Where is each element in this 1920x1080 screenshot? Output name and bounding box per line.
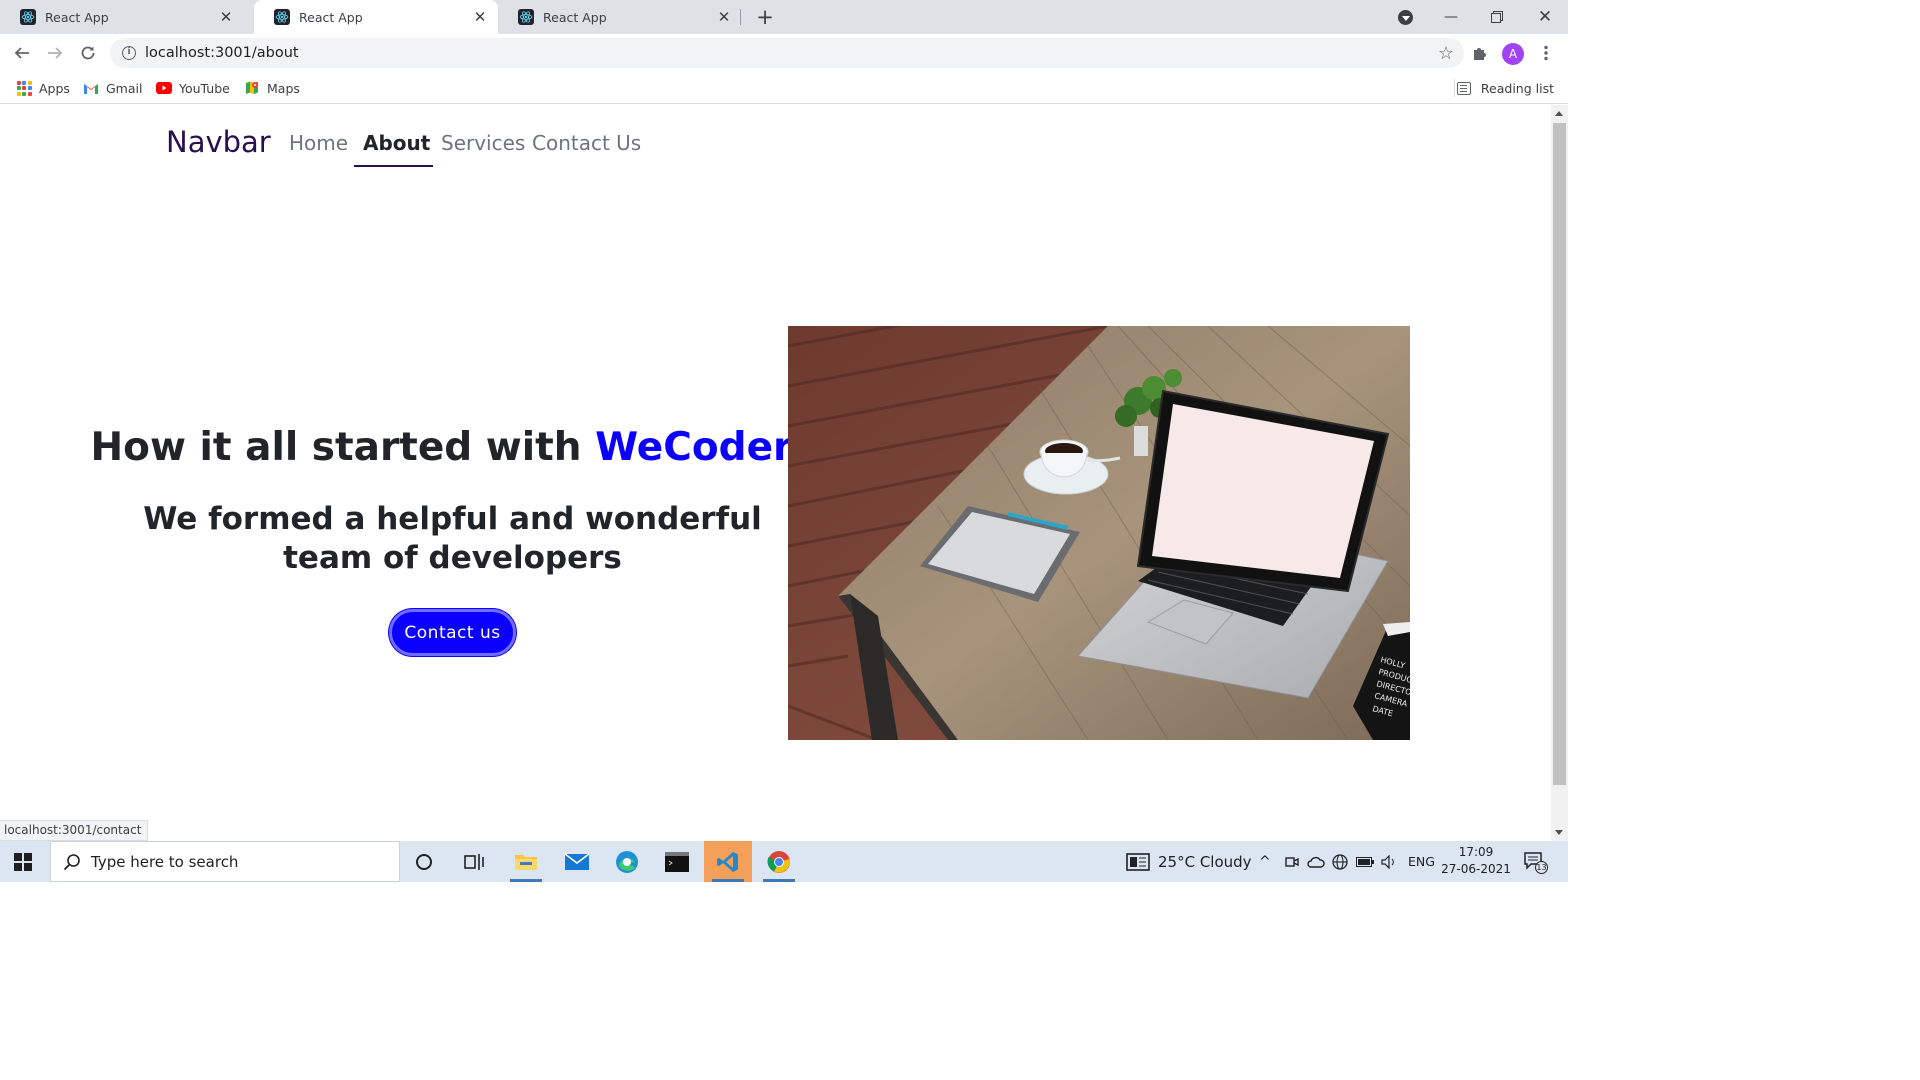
meet-now-icon[interactable] xyxy=(1285,841,1299,882)
weather-widget[interactable]: 25°C Cloudy xyxy=(1126,841,1252,882)
notification-count: 13 xyxy=(1535,861,1548,874)
close-window-icon[interactable]: ✕ xyxy=(1522,0,1568,34)
browser-tab-strip: React App ✕ React App ✕ React App ✕ + — … xyxy=(0,0,1568,34)
reading-list-button[interactable]: Reading list xyxy=(1456,78,1554,98)
edge-browser-icon[interactable] xyxy=(603,841,651,882)
page-viewport: Navbar Home About Services Contact Us Ho… xyxy=(0,105,1551,841)
clock-time: 17:09 xyxy=(1458,845,1494,859)
taskbar-search-box[interactable]: Type here to search xyxy=(50,841,400,882)
bookmarks-bar: Apps Gmail YouTube Maps Reading list xyxy=(0,72,1568,104)
contact-us-button[interactable]: Contact us xyxy=(389,609,516,656)
bookmark-maps[interactable]: Maps xyxy=(244,78,300,98)
action-center-notification-icon[interactable]: 13 xyxy=(1524,852,1548,874)
mail-icon[interactable] xyxy=(553,841,601,882)
apps-grid-icon xyxy=(16,80,32,96)
hero-subtitle: We formed a helpful and wonderful team o… xyxy=(143,501,762,576)
reload-icon[interactable] xyxy=(76,41,100,65)
menu-kebab-icon[interactable] xyxy=(1534,41,1558,65)
close-tab-icon[interactable]: ✕ xyxy=(472,9,488,25)
youtube-icon xyxy=(156,80,172,96)
search-icon xyxy=(63,853,80,870)
tab-separator xyxy=(740,9,741,25)
scrollbar-thumb[interactable] xyxy=(1553,123,1566,785)
react-favicon-icon xyxy=(518,9,534,25)
minimize-window-icon[interactable]: — xyxy=(1428,0,1474,34)
tab-title: React App xyxy=(299,9,363,25)
bookmark-label: Maps xyxy=(267,80,300,96)
bookmark-apps[interactable]: Apps xyxy=(16,78,70,98)
react-favicon-icon xyxy=(274,9,290,25)
new-tab-plus-icon[interactable]: + xyxy=(753,5,777,29)
nav-link-about[interactable]: About xyxy=(363,131,430,155)
nav-link-contact-us[interactable]: Contact Us xyxy=(532,131,641,155)
reading-list-icon xyxy=(1456,81,1471,95)
nav-link-services[interactable]: Services xyxy=(441,131,525,155)
navbar-brand[interactable]: Navbar xyxy=(166,125,271,159)
gmail-icon xyxy=(83,80,99,96)
vscode-icon[interactable] xyxy=(704,841,752,882)
windows-start-icon[interactable] xyxy=(14,853,32,871)
file-explorer-icon[interactable] xyxy=(502,841,550,882)
extensions-puzzle-icon[interactable] xyxy=(1468,41,1492,65)
react-favicon-icon xyxy=(20,9,36,25)
weather-text: 25°C Cloudy xyxy=(1158,852,1252,871)
bookmark-label: YouTube xyxy=(179,80,230,96)
input-language[interactable]: ENG xyxy=(1408,841,1435,882)
link-status-bubble: localhost:3001/contact xyxy=(0,820,149,841)
site-info-icon[interactable]: i xyxy=(122,46,136,60)
hero-title: How it all started with WeCoders xyxy=(0,425,906,470)
forward-arrow-icon[interactable] xyxy=(43,41,67,65)
clock-date: 27-06-2021 xyxy=(1441,862,1511,876)
system-clock[interactable]: 17:09 27-06-2021 xyxy=(1440,844,1512,878)
news-weather-icon xyxy=(1126,852,1150,871)
volume-speaker-icon[interactable] xyxy=(1381,841,1397,882)
close-tab-icon[interactable]: ✕ xyxy=(716,9,732,25)
task-view-icon[interactable] xyxy=(450,841,498,882)
browser-tab-active[interactable]: React App ✕ xyxy=(254,0,498,34)
restore-window-icon[interactable] xyxy=(1474,0,1520,34)
browser-toolbar: i localhost:3001/about ☆ A xyxy=(0,34,1568,72)
reading-list-label: Reading list xyxy=(1480,80,1554,96)
scroll-down-arrow-icon[interactable] xyxy=(1555,830,1563,835)
bookmarks-separator xyxy=(1454,79,1455,97)
active-nav-underline xyxy=(354,165,433,167)
browser-tab[interactable]: React App ✕ xyxy=(0,0,244,34)
address-bar[interactable]: i localhost:3001/about ☆ xyxy=(110,38,1464,68)
terminal-icon[interactable] xyxy=(653,841,701,882)
browser-tab[interactable]: React App ✕ xyxy=(498,0,742,34)
back-arrow-icon[interactable] xyxy=(10,41,34,65)
hero-title-brand: WeCoders xyxy=(595,425,816,470)
page-scrollbar[interactable] xyxy=(1551,105,1568,841)
scroll-up-arrow-icon[interactable] xyxy=(1555,111,1563,116)
search-placeholder: Type here to search xyxy=(91,852,239,871)
bookmark-label: Apps xyxy=(39,80,70,96)
bookmark-gmail[interactable]: Gmail xyxy=(83,78,142,98)
site-navbar: Navbar Home About Services Contact Us xyxy=(0,105,1551,185)
network-globe-icon[interactable] xyxy=(1332,841,1348,882)
tab-title: React App xyxy=(45,9,109,25)
tab-search-dropdown-icon[interactable] xyxy=(1398,10,1413,25)
bookmark-youtube[interactable]: YouTube xyxy=(156,78,230,98)
nav-link-home[interactable]: Home xyxy=(289,131,348,155)
hero-image-laptop-desk: HOLLY PRODUC DIRECTO CAMERA DATE xyxy=(788,326,1410,740)
address-url[interactable]: localhost:3001/about xyxy=(145,45,1438,61)
onedrive-cloud-icon[interactable] xyxy=(1307,841,1325,882)
bookmark-star-icon[interactable]: ☆ xyxy=(1438,43,1454,64)
profile-avatar[interactable]: A xyxy=(1502,43,1524,65)
tab-title: React App xyxy=(543,9,607,25)
windows-taskbar: Type here to search 25°C Cloudy ^ ENG 17… xyxy=(0,841,1568,882)
bookmark-label: Gmail xyxy=(106,80,143,96)
close-tab-icon[interactable]: ✕ xyxy=(218,9,234,25)
battery-icon[interactable] xyxy=(1356,841,1374,882)
chrome-icon[interactable] xyxy=(755,841,803,882)
maps-icon xyxy=(244,80,260,96)
show-hidden-icons-chevron-icon[interactable]: ^ xyxy=(1259,841,1271,882)
hero-title-prefix: How it all started with xyxy=(90,425,596,470)
cortana-circle-icon[interactable] xyxy=(400,841,448,882)
